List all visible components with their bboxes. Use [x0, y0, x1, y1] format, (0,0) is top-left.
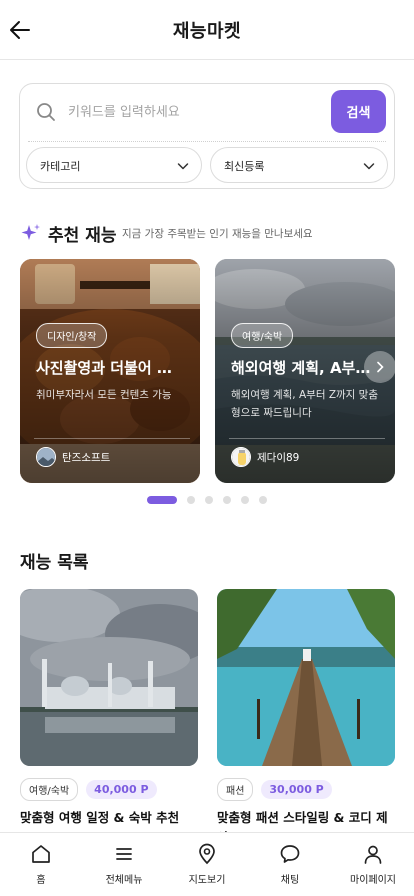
sort-select[interactable]: 최신등록 [210, 147, 388, 183]
talent-card[interactable]: 패션 30,000 P 맞춤형 패션 스타일링 & 코디 제안 [217, 589, 395, 848]
search-row: 검색 [20, 84, 394, 140]
tab-label: 홈 [36, 875, 46, 886]
pagination-dot[interactable] [259, 496, 267, 504]
talent-image [217, 589, 395, 766]
category-select[interactable]: 카테고리 [26, 147, 202, 183]
page-title: 재능마켓 [172, 21, 242, 42]
card-category-chip: 디자인/창작 [36, 323, 108, 348]
chevron-down-icon [177, 163, 189, 170]
pagination-dot[interactable] [205, 496, 213, 504]
chat-icon [280, 845, 300, 863]
pagination-dot[interactable] [241, 496, 249, 504]
user-icon [364, 845, 382, 864]
talent-meta: 여행/숙박 40,000 P [20, 777, 198, 801]
tab-mypage[interactable]: 마이페이지 [332, 843, 414, 893]
search-divider [28, 141, 386, 142]
search-panel: 검색 카테고리 최신등록 [19, 83, 395, 189]
recommended-subtitle: 지금 가장 주목받는 인기 재능을 만나보세요 [122, 228, 313, 240]
talent-title: 맞춤형 여행 일정 & 숙박 추천 [20, 810, 180, 825]
category-badge: 여행/숙박 [20, 777, 79, 801]
card-divider [34, 438, 190, 439]
card-divider [229, 438, 385, 439]
recommended-header: 추천 재능 지금 가장 주목받는 인기 재능을 만나보세요 [20, 221, 400, 246]
card-description: 취미부자라서 모든 컨텐츠 가능 [36, 389, 172, 401]
recommended-carousel[interactable]: 디자인/창작 사진촬영과 더불어 … 취미부자라서 모든 컨텐츠 가능 탄즈소프… [0, 259, 414, 483]
card-author: 제다이89 [231, 446, 299, 468]
category-badge: 패션 [217, 777, 254, 801]
tab-label: 마이페이지 [350, 875, 396, 886]
author-name: 탄즈소프트 [62, 451, 111, 464]
tab-label: 전체메뉴 [105, 875, 143, 886]
tab-label: 채팅 [280, 875, 300, 886]
chevron-down-icon [363, 163, 375, 170]
recommended-card[interactable]: 디자인/창작 사진촬영과 더불어 … 취미부자라서 모든 컨텐츠 가능 탄즈소프… [20, 259, 200, 483]
tab-map[interactable]: 지도보기 [166, 843, 248, 893]
author-name: 제다이89 [257, 451, 300, 464]
card-title: 사진촬영과 더불어 … [36, 359, 172, 377]
talent-card[interactable]: 여행/숙박 40,000 P 맞춤형 여행 일정 & 숙박 추천 [20, 589, 198, 828]
app-header: 재능마켓 [0, 0, 414, 60]
bottom-tab-bar: 홈 전체메뉴 지도보기 채팅 마이페이지 [0, 832, 414, 896]
category-select-label: 카테고리 [40, 160, 81, 173]
tab-home[interactable]: 홈 [0, 843, 82, 893]
sparkle-icon [21, 224, 40, 240]
recommended-title: 추천 재능 [48, 226, 117, 246]
carousel-pagination [147, 496, 277, 504]
card-title: 해외여행 계획, A부… [231, 359, 371, 377]
price-badge: 30,000 P [261, 779, 332, 799]
avatar [231, 447, 251, 467]
talent-list-title: 재능 목록 [20, 553, 89, 573]
sort-select-label: 최신등록 [224, 160, 265, 173]
tab-label: 지도보기 [188, 875, 226, 886]
map-pin-icon [199, 843, 215, 865]
pagination-dot[interactable] [187, 496, 195, 504]
card-author: 탄즈소프트 [36, 446, 110, 468]
home-icon [32, 845, 50, 863]
pagination-dot[interactable] [223, 496, 231, 504]
card-category-chip: 여행/숙박 [231, 323, 294, 348]
carousel-next-button[interactable] [364, 351, 396, 383]
search-input[interactable] [68, 98, 328, 126]
price-badge: 40,000 P [86, 779, 157, 799]
tab-all-menu[interactable]: 전체메뉴 [83, 843, 165, 893]
pagination-dot-active[interactable] [147, 496, 177, 504]
chevron-right-icon [377, 361, 384, 373]
search-icon [37, 103, 55, 121]
card-description: 해외여행 계획, A부터 Z까지 맞춤형으로 짜드립니다 [231, 389, 378, 419]
talent-image [20, 589, 198, 766]
search-button[interactable]: 검색 [331, 90, 386, 133]
menu-icon [116, 848, 132, 860]
avatar [36, 447, 56, 467]
talent-meta: 패션 30,000 P [217, 777, 395, 801]
tab-chat[interactable]: 채팅 [249, 843, 331, 893]
